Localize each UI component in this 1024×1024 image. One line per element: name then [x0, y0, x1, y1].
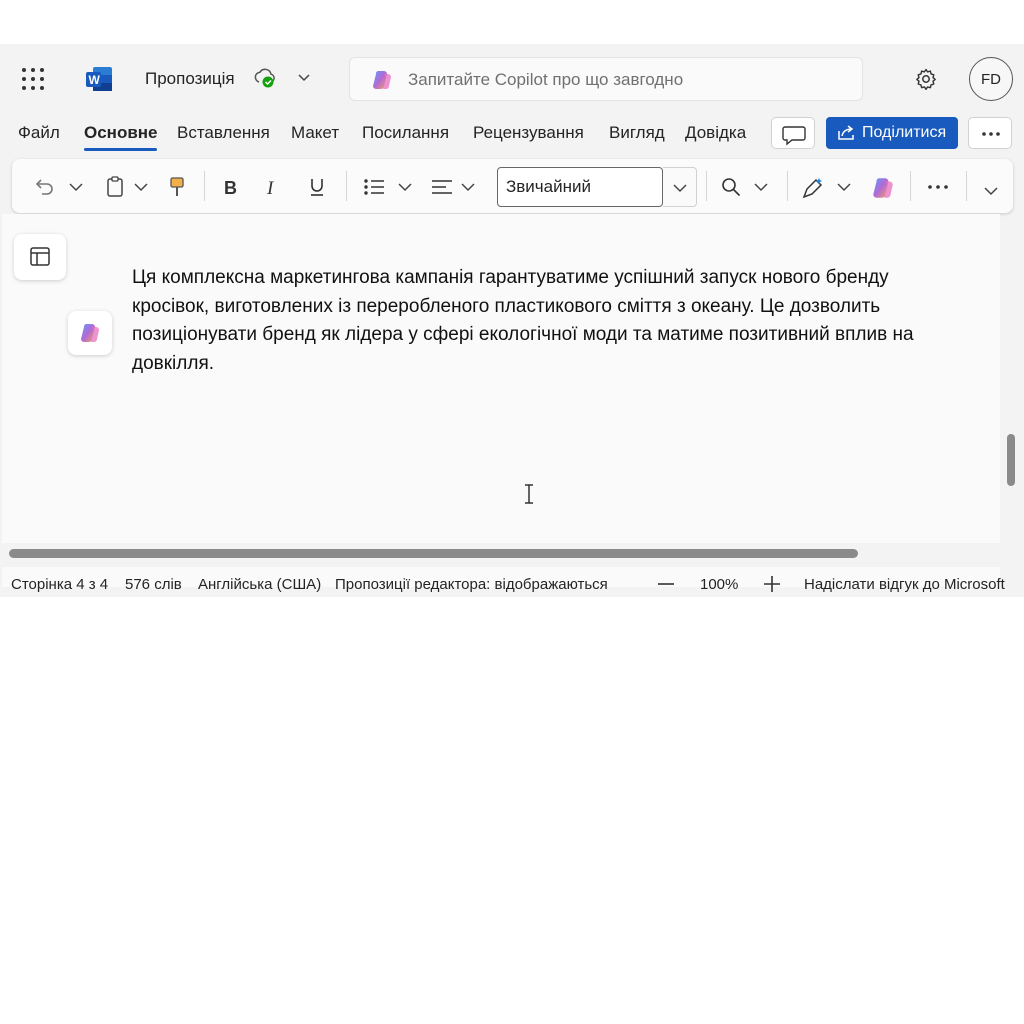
tab-references[interactable]: Посилання: [362, 123, 449, 143]
more-options-button[interactable]: [968, 117, 1012, 149]
page-count[interactable]: Сторінка 4 з 4: [11, 576, 108, 593]
vertical-scrollbar[interactable]: [1007, 434, 1015, 486]
cloud-saved-icon[interactable]: [253, 67, 277, 89]
gear-icon[interactable]: [914, 67, 938, 91]
style-selector[interactable]: Звичайний: [497, 167, 663, 207]
chevron-down-icon[interactable]: [835, 175, 853, 199]
text-cursor-icon: [525, 484, 533, 504]
ribbon-separator: [910, 171, 911, 201]
copilot-icon: [81, 324, 99, 342]
active-tab-indicator: [84, 148, 157, 151]
zoom-level[interactable]: 100%: [700, 576, 738, 593]
ribbon-separator: [346, 171, 347, 201]
underline-icon[interactable]: [306, 175, 328, 199]
clipboard-icon[interactable]: [104, 175, 126, 199]
title-bar: W Пропозиція Запитайте Copilot про що за…: [0, 44, 1024, 112]
share-button[interactable]: Поділитися: [826, 117, 958, 149]
comment-icon: [782, 126, 806, 146]
zoom-in-icon[interactable]: [762, 574, 782, 594]
chevron-down-icon[interactable]: [132, 175, 150, 199]
share-label: Поділитися: [862, 124, 947, 141]
copilot-search-input[interactable]: [408, 66, 848, 94]
format-painter-icon[interactable]: [167, 175, 187, 199]
search-icon[interactable]: [719, 175, 743, 199]
editor-pen-icon[interactable]: [800, 175, 826, 201]
tab-file[interactable]: Файл: [18, 123, 60, 143]
side-panel-icon: [30, 247, 50, 266]
chevron-down-icon[interactable]: [67, 175, 85, 199]
chevron-down-icon[interactable]: [981, 179, 1001, 203]
share-icon: [838, 125, 854, 140]
word-count[interactable]: 576 слів: [125, 576, 182, 593]
chevron-down-icon[interactable]: [459, 175, 477, 199]
avatar[interactable]: FD: [969, 57, 1013, 101]
chevron-down-icon[interactable]: [295, 68, 313, 86]
bullet-list-icon[interactable]: [362, 175, 386, 199]
svg-text:W: W: [89, 73, 101, 87]
copilot-icon[interactable]: [870, 175, 896, 201]
align-icon[interactable]: [430, 175, 456, 199]
language-status[interactable]: Англійська (США): [198, 576, 321, 593]
tab-insert[interactable]: Вставлення: [177, 123, 270, 143]
copilot-float-button[interactable]: [68, 311, 112, 355]
more-icon: [982, 132, 1000, 136]
word-icon[interactable]: W: [85, 66, 113, 92]
document-title[interactable]: Пропозиція: [145, 69, 235, 89]
app-launcher-icon[interactable]: [22, 68, 44, 90]
ribbon-toolbar: B I Звичайний: [12, 159, 1013, 213]
feedback-link[interactable]: Надіслати відгук до Microsoft: [804, 576, 1005, 593]
tab-home[interactable]: Основне: [84, 123, 158, 143]
italic-icon[interactable]: I: [262, 175, 284, 199]
bold-icon[interactable]: B: [220, 175, 242, 199]
ribbon-separator: [204, 171, 205, 201]
navigation-pane-button[interactable]: [14, 234, 66, 280]
tab-layout[interactable]: Макет: [291, 123, 339, 143]
copilot-icon: [373, 71, 391, 89]
zoom-out-icon[interactable]: [656, 576, 676, 592]
ribbon-separator: [966, 171, 967, 201]
undo-icon[interactable]: [32, 175, 56, 199]
ribbon-separator: [787, 171, 788, 201]
status-bar: Сторінка 4 з 4 576 слів Англійська (США)…: [0, 570, 1024, 597]
style-dropdown-button[interactable]: [663, 167, 697, 207]
chevron-down-icon[interactable]: [752, 175, 770, 199]
chevron-down-icon: [673, 184, 687, 193]
tab-review[interactable]: Рецензування: [473, 123, 584, 143]
more-icon[interactable]: [924, 175, 952, 199]
svg-text:B: B: [224, 178, 237, 198]
ribbon-separator: [706, 171, 707, 201]
chevron-down-icon[interactable]: [396, 175, 414, 199]
svg-text:I: I: [266, 178, 275, 199]
comments-button[interactable]: [771, 117, 815, 149]
document-paragraph[interactable]: Ця комплексна маркетингова кампанія гара…: [132, 264, 952, 378]
horizontal-scrollbar[interactable]: [9, 549, 858, 558]
editor-suggestions-status[interactable]: Пропозиції редактора: відображаються: [335, 576, 608, 593]
tab-help[interactable]: Довідка: [685, 123, 746, 143]
tab-view[interactable]: Вигляд: [609, 123, 665, 143]
copilot-search-box[interactable]: [349, 57, 863, 101]
